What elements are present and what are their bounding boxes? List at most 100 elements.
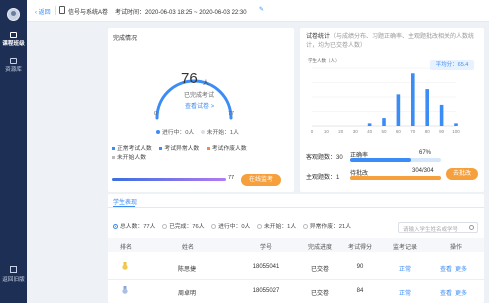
exit-icon	[10, 266, 17, 273]
avatar[interactable]	[7, 8, 20, 21]
sidebar-item-label: 资源库	[5, 67, 22, 73]
sidebar: 课程班级 资源库 返回旧版	[0, 0, 27, 303]
student-search-input[interactable]: 请输入学生姓名或学号	[398, 222, 478, 233]
more-link[interactable]: 更多	[454, 264, 468, 273]
search-icon[interactable]	[469, 225, 474, 230]
top-bar: ‹ 返回 信号与系统A卷 考试时间：2020-06-03 18:25 ~ 202…	[27, 0, 489, 22]
status-legend: 正常考试人数 考试异常人数 考试作废人数 未开始人数	[112, 145, 282, 163]
divider	[55, 6, 56, 15]
x-tick-label: 10	[324, 129, 330, 134]
column-rank: 排名	[119, 245, 132, 251]
column-score: 考试得分	[347, 245, 372, 251]
sidebar-item-courses[interactable]: 课程班级	[0, 32, 27, 47]
view-exam-link[interactable]: 查看试卷 >	[185, 101, 214, 110]
x-tick-label: 70	[410, 129, 416, 134]
filter-abnormal[interactable]: 异常作废：21人	[302, 223, 352, 230]
completion-progress-bar	[112, 178, 226, 181]
average-score-badge: 平均分：65.4	[430, 60, 474, 70]
subjective-count: 主观题数：1	[306, 175, 340, 181]
filter-total[interactable]: 总人数：77人	[113, 223, 156, 230]
proctor-record-link[interactable]: 正常	[390, 288, 420, 297]
x-tick-label: 0	[311, 129, 314, 134]
x-tick-label: 50	[381, 129, 387, 134]
status-filters: 总人数：77人 已完成：76人 进行中：0人 未开始：1人 异常作废：21人	[113, 221, 356, 230]
radio-icon	[113, 223, 118, 229]
legend-swatch	[159, 146, 163, 150]
chart-bar	[396, 94, 401, 126]
chart-bar	[411, 73, 415, 126]
sidebar-item-resources[interactable]: 资源库	[0, 58, 27, 73]
student-score: 84	[356, 288, 364, 294]
ring-max-label: 77	[228, 111, 235, 117]
legend-label: 考试异常人数	[164, 146, 200, 152]
column-actions: 操作	[449, 245, 462, 251]
chart-bar	[439, 104, 444, 126]
column-id: 学号	[259, 245, 272, 251]
student-score: 90	[356, 264, 364, 270]
filter-not-started[interactable]: 未开始：1人	[256, 223, 297, 230]
table-header	[108, 238, 484, 252]
legend-label: 未开始人数	[117, 155, 146, 161]
accuracy-value: 67%	[419, 150, 432, 156]
radio-icon	[302, 223, 308, 229]
completed-status-text: 已完成考试	[184, 93, 215, 99]
back-to-old-version-button[interactable]: 返回旧版	[0, 266, 27, 283]
stats-title-text: 试卷统计	[306, 34, 331, 40]
exam-title: 信号与系统A卷	[68, 10, 109, 16]
radio-icon	[162, 223, 168, 229]
column-progress: 完成进度	[307, 245, 332, 251]
stats-title: 试卷统计（与成绩分布、习题正确率、主观题批改相关的人数统计，均为已交卷人数）	[306, 33, 476, 51]
sidebar-item-label: 课程班级	[2, 41, 25, 47]
chart-bars	[367, 73, 458, 126]
go-grade-button[interactable]: 去批改	[446, 168, 478, 180]
legend-normal: 正常考试人数	[112, 146, 152, 152]
view-link[interactable]: 查看	[439, 264, 453, 273]
x-tick-label: 20	[338, 129, 344, 134]
x-tick-label: 90	[439, 129, 445, 134]
status-counts: 进行中：0人 未开始：1人	[156, 127, 239, 136]
student-name: 周卓明	[177, 291, 196, 297]
in-progress-dot	[156, 130, 160, 135]
filter-label: 异常作废：21人	[309, 224, 352, 230]
gold-medal-icon	[122, 262, 128, 270]
chart-y-label: 学生人数（人）	[308, 57, 340, 64]
grading-fill	[350, 176, 441, 180]
filter-label: 进行中：0人	[218, 224, 251, 230]
legend-swatch	[112, 146, 115, 150]
tab-student-performance[interactable]: 学生表现	[113, 197, 137, 206]
filter-label: 未开始：1人	[263, 224, 297, 230]
chart-x-ticks: 0 10 20 30 40 50 60 70 80 90 100	[311, 129, 461, 134]
accuracy-fill	[350, 158, 411, 162]
stats-note: （与成绩分布、习题正确率、主观题批改相关的人数统计，均为已交卷人数）	[306, 34, 475, 49]
legend-abnormal: 考试异常人数	[159, 146, 199, 152]
filter-completed[interactable]: 已完成：76人	[162, 223, 205, 230]
back-to-old-version-label: 返回旧版	[2, 277, 25, 283]
chart-bar	[367, 123, 372, 126]
back-link[interactable]: ‹ 返回	[35, 7, 51, 16]
online-proctor-button[interactable]: 在线监考	[241, 174, 281, 186]
student-progress: 已交卷	[310, 291, 329, 297]
objective-count: 客观题数：30	[306, 155, 343, 161]
not-started-count: 未开始：1人	[206, 130, 239, 136]
view-link[interactable]: 查看	[439, 288, 453, 297]
radio-icon	[256, 223, 262, 229]
x-tick-label: 80	[425, 129, 431, 134]
filter-in-progress[interactable]: 进行中：0人	[211, 223, 251, 230]
student-progress: 已交卷	[310, 267, 329, 273]
completion-title: 完成情况	[113, 36, 138, 42]
legend-not-started: 未开始人数	[112, 155, 146, 161]
chart-bar	[382, 118, 386, 126]
legend-label: 正常考试人数	[117, 146, 152, 152]
more-link[interactable]: 更多	[454, 288, 468, 297]
grading-value: 304/304	[412, 168, 434, 174]
x-tick-label: 60	[396, 129, 402, 134]
radio-icon	[211, 223, 217, 229]
edit-icon[interactable]: ✎	[259, 6, 264, 13]
filter-label: 总人数：77人	[120, 224, 156, 230]
exam-time: 考试时间：2020-06-03 18:25 ~ 2020-06-03 22:30	[115, 10, 247, 16]
proctor-record-link[interactable]: 正常	[390, 264, 420, 273]
tab-divider	[108, 207, 484, 208]
row-divider	[108, 279, 484, 280]
class-icon	[10, 32, 17, 38]
chart-bar	[454, 123, 458, 126]
